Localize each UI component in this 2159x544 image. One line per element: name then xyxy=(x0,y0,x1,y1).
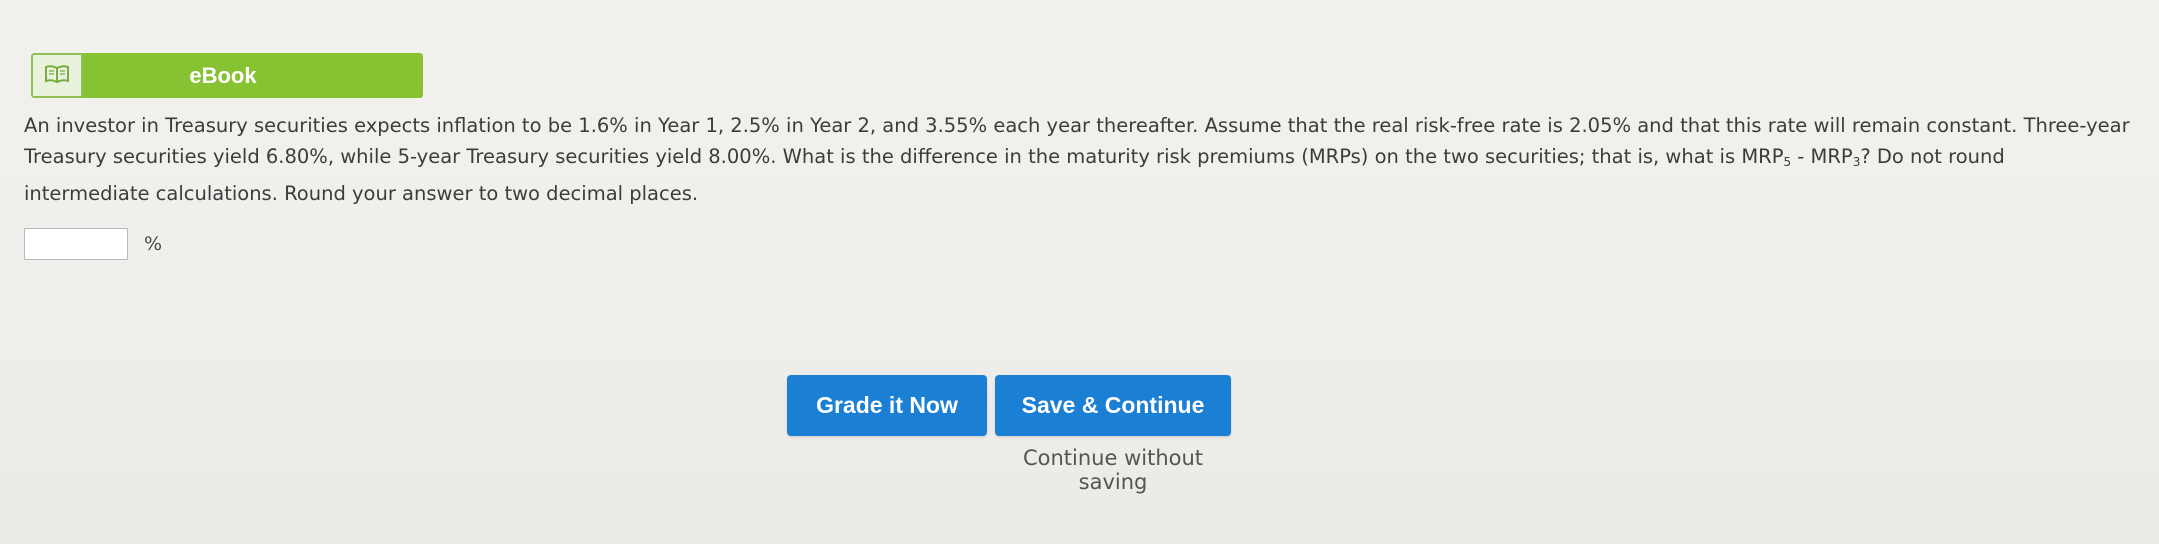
mrp5: MRP5 xyxy=(1741,145,1792,169)
ebook-icon-box[interactable] xyxy=(31,53,83,98)
mrp5-sub: 5 xyxy=(1783,155,1792,169)
ebook-button[interactable]: eBook xyxy=(83,53,423,98)
minus-sign: - xyxy=(1791,145,1811,168)
mrp3-base: MRP xyxy=(1810,145,1853,168)
grade-it-now-button[interactable]: Grade it Now xyxy=(787,375,987,436)
answer-row: % xyxy=(24,228,162,260)
book-icon xyxy=(44,64,70,88)
ebook-bar[interactable]: eBook xyxy=(31,53,423,98)
ebook-label: eBook xyxy=(189,62,257,88)
question-text: An investor in Treasury securities expec… xyxy=(24,110,2134,209)
answer-input[interactable] xyxy=(24,228,128,260)
continue-without-saving-link[interactable]: Continue without saving xyxy=(995,446,1231,494)
save-and-continue-button[interactable]: Save & Continue xyxy=(995,375,1231,436)
mrp5-base: MRP xyxy=(1741,145,1784,168)
percent-unit: % xyxy=(144,233,163,255)
mrp3: MRP3 xyxy=(1810,145,1861,169)
